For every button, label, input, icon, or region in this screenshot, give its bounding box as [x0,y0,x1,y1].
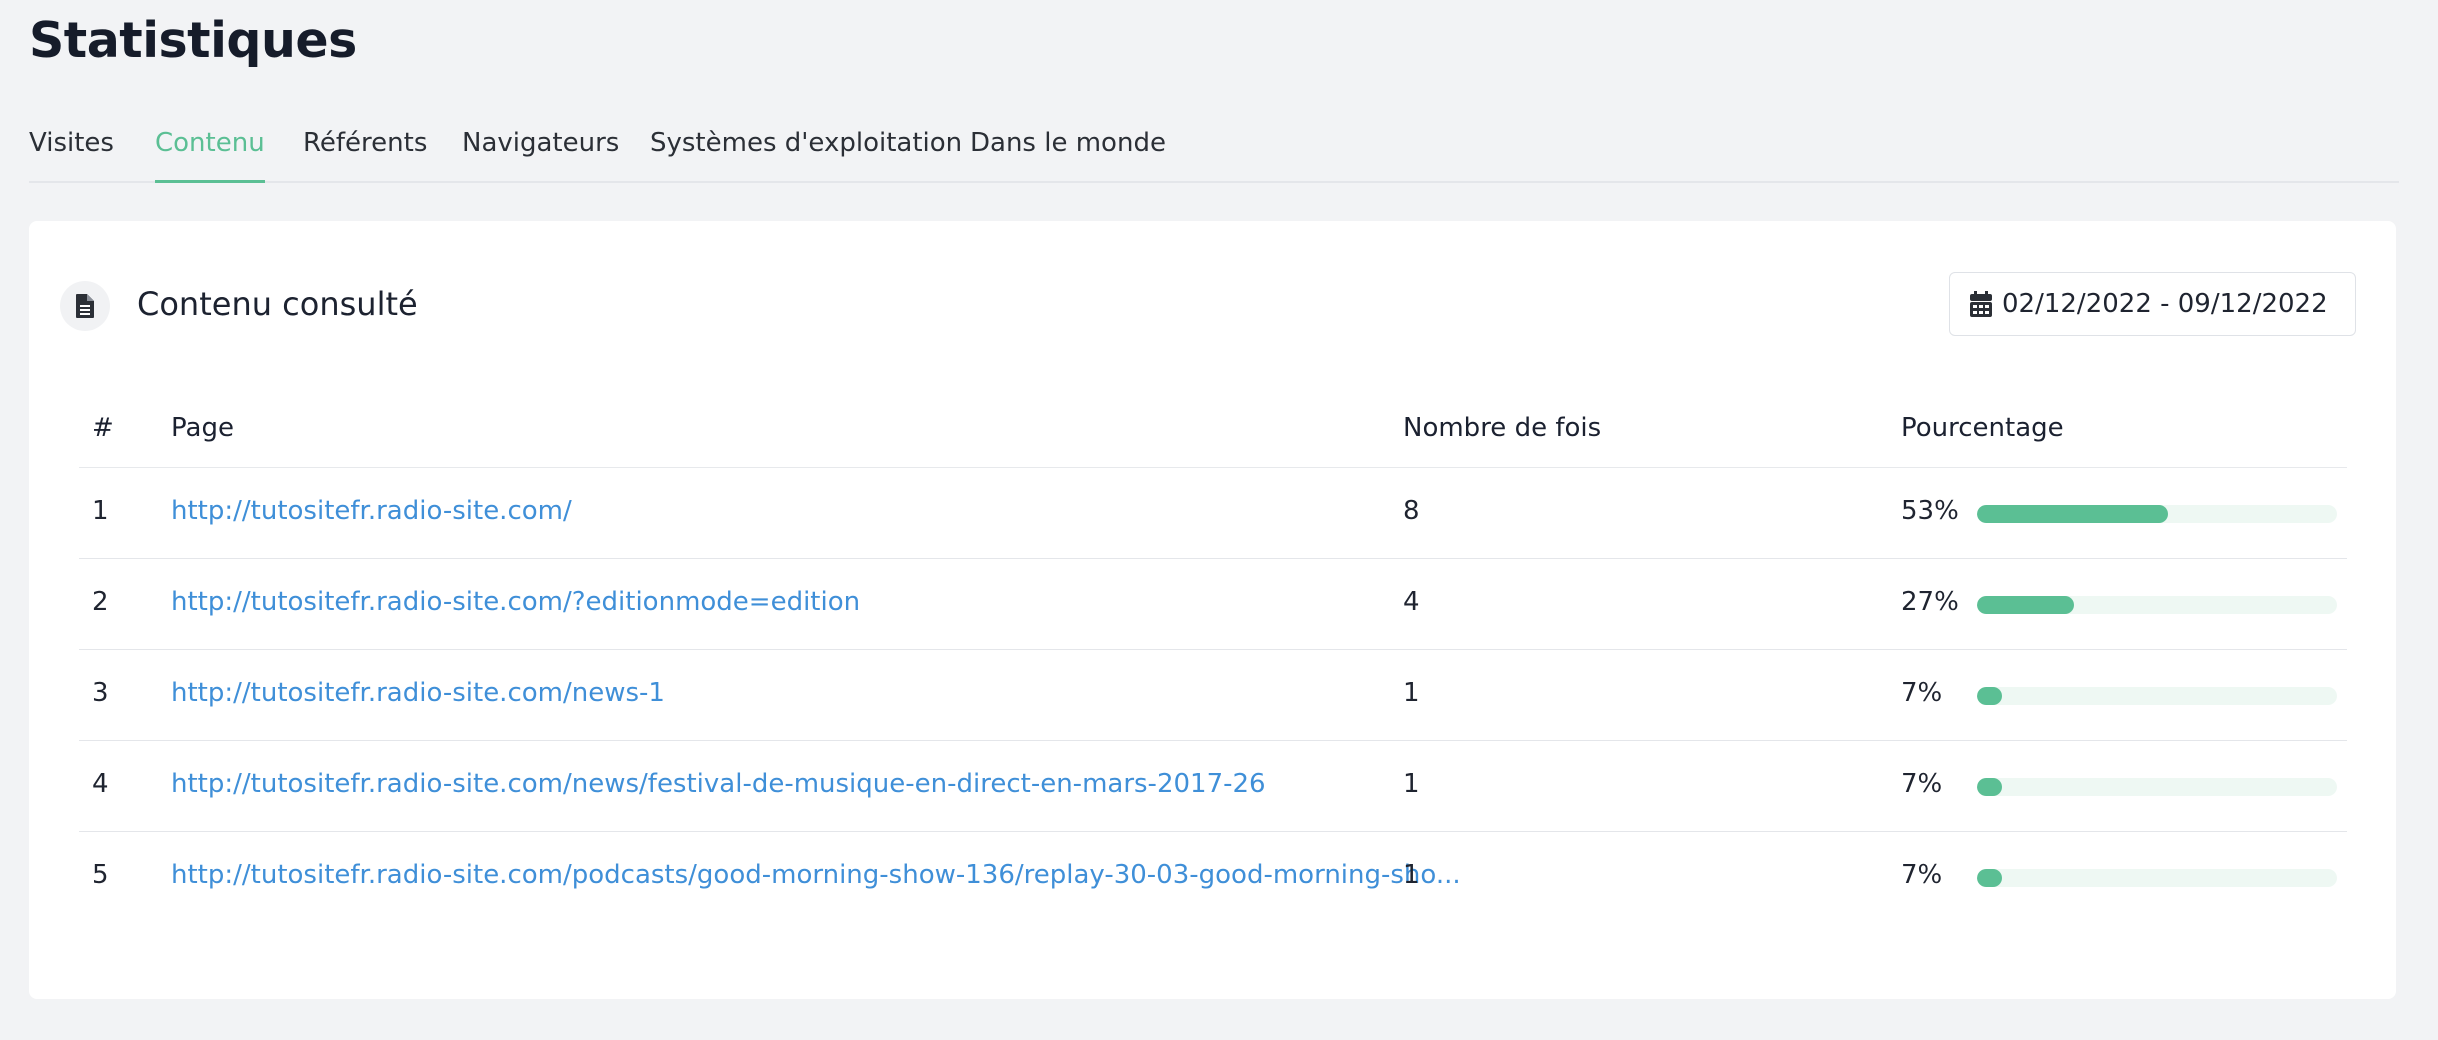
percent-bar-track [1977,778,2337,796]
table-row: 3 http://tutositefr.radio-site.com/news-… [79,650,2347,741]
row-index: 3 [92,678,109,708]
document-icon [60,281,110,331]
percent-bar-fill [1977,687,2003,705]
row-index: 2 [92,587,109,617]
percent-bar-track [1977,687,2337,705]
header-index: # [92,413,114,443]
header-percent: Pourcentage [1901,413,2064,443]
row-index: 1 [92,496,109,526]
row-percent: 53% [1901,496,1959,526]
row-count: 1 [1403,769,1420,799]
table-row: 2 http://tutositefr.radio-site.com/?edit… [79,559,2347,650]
calendar-icon [1970,291,1992,317]
percent-bar-fill [1977,505,2168,523]
page-link[interactable]: http://tutositefr.radio-site.com/?editio… [171,587,860,617]
percent-bar-fill [1977,596,2075,614]
page-link[interactable]: http://tutositefr.radio-site.com/ [171,496,572,526]
card-title: Contenu consulté [137,285,418,323]
tab-contenu[interactable]: Contenu [155,128,265,183]
table-row: 4 http://tutositefr.radio-site.com/news/… [79,741,2347,832]
percent-bar-track [1977,505,2337,523]
stats-tabs: Visites Contenu Référents Navigateurs Sy… [29,128,2399,183]
row-index: 5 [92,860,109,890]
row-percent: 7% [1901,860,1943,890]
table-row: 1 http://tutositefr.radio-site.com/ 8 53… [79,468,2347,559]
row-index: 4 [92,769,109,799]
row-percent: 7% [1901,769,1943,799]
table-row: 5 http://tutositefr.radio-site.com/podca… [79,832,2347,922]
page-link[interactable]: http://tutositefr.radio-site.com/news-1 [171,678,665,708]
tab-visites[interactable]: Visites [29,128,114,181]
content-card: Contenu consulté 02/12/2022 - 09/12/2022… [29,221,2396,999]
page-link[interactable]: http://tutositefr.radio-site.com/news/fe… [171,769,1266,799]
row-percent: 7% [1901,678,1943,708]
row-count: 8 [1403,496,1420,526]
tab-dans-le-monde[interactable]: Dans le monde [970,128,1166,181]
tab-systemes-exploitation[interactable]: Systèmes d'exploitation [650,128,962,181]
page-title: Statistiques [29,12,357,69]
tab-referents[interactable]: Référents [303,128,427,181]
date-range-picker[interactable]: 02/12/2022 - 09/12/2022 [1949,272,2356,336]
header-count: Nombre de fois [1403,413,1602,443]
row-count: 1 [1403,860,1420,890]
page-link[interactable]: http://tutositefr.radio-site.com/podcast… [171,860,1461,890]
table-header: # Page Nombre de fois Pourcentage [79,391,2347,468]
tab-navigateurs[interactable]: Navigateurs [462,128,619,181]
row-count: 4 [1403,587,1420,617]
row-percent: 27% [1901,587,1959,617]
percent-bar-track [1977,596,2337,614]
row-count: 1 [1403,678,1420,708]
content-table: # Page Nombre de fois Pourcentage 1 http… [79,391,2347,922]
percent-bar-fill [1977,778,2003,796]
percent-bar-track [1977,869,2337,887]
date-range-value: 02/12/2022 - 09/12/2022 [2002,289,2328,319]
percent-bar-fill [1977,869,2003,887]
header-page: Page [171,413,234,443]
